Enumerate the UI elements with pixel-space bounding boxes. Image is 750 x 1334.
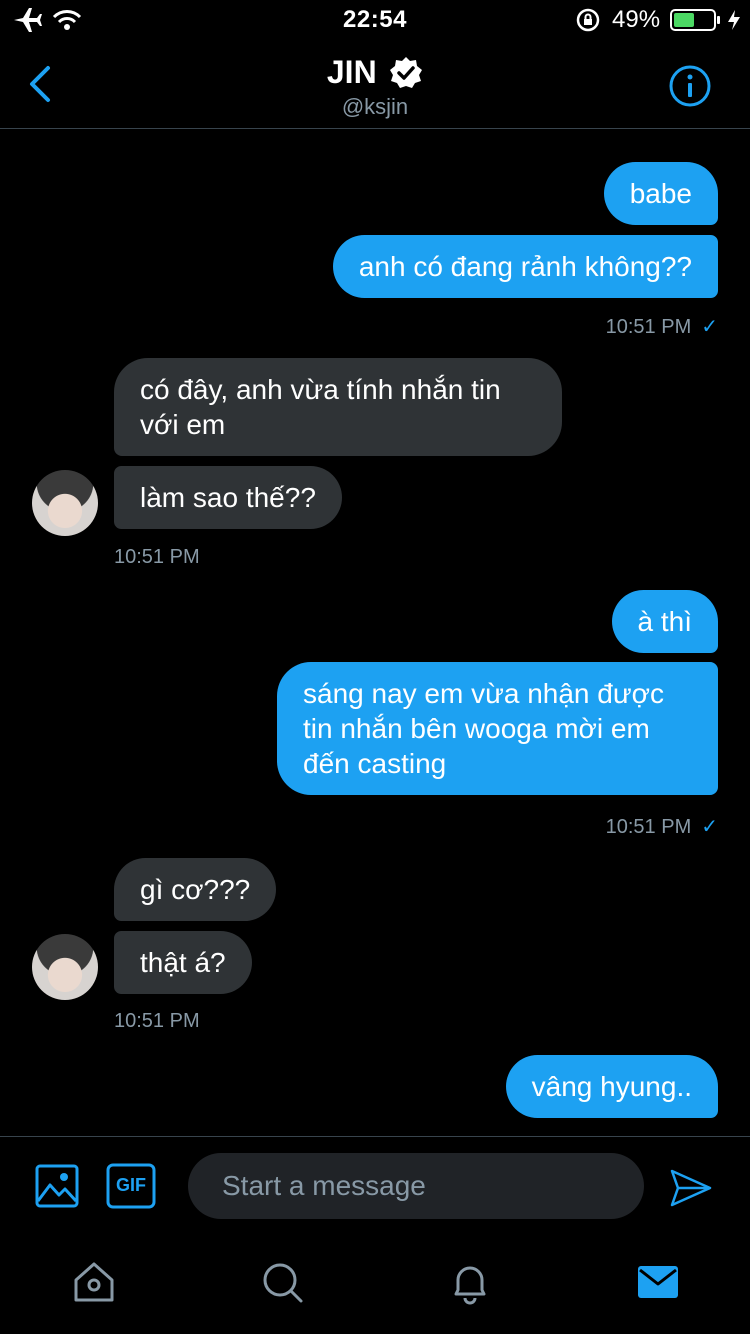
message-text: babe <box>629 178 692 209</box>
message-text: thật á? <box>140 947 226 978</box>
message-input[interactable] <box>188 1153 644 1219</box>
message-timestamp: 10:51 PM <box>114 1010 200 1032</box>
message-bubble-incoming[interactable]: thật á? <box>114 931 252 994</box>
message-bubble-incoming[interactable]: làm sao thế?? <box>114 466 342 529</box>
message-text: làm sao thế?? <box>140 482 316 513</box>
verified-badge-icon <box>390 56 423 88</box>
message-composer: GIF <box>0 1136 750 1237</box>
read-check-icon: ✓ <box>701 316 718 338</box>
status-bar: 22:54 49% <box>0 0 750 40</box>
image-icon[interactable] <box>34 1163 80 1209</box>
message-text: anh có đang rảnh không?? <box>358 251 692 282</box>
message-text: sáng nay em vừa nhận được tin nhắn bên w… <box>303 678 664 779</box>
message-bubble-outgoing[interactable]: babe <box>603 162 718 225</box>
send-icon[interactable] <box>668 1165 714 1211</box>
message-bubble-outgoing[interactable]: vâng hyung.. <box>505 1055 718 1118</box>
contact-handle: @ksjin <box>341 94 409 119</box>
conversation-header: JIN @ksjin <box>0 40 750 129</box>
message-bubble-outgoing[interactable]: à thì <box>611 590 718 653</box>
avatar[interactable] <box>32 934 98 1000</box>
conversation-title[interactable]: JIN <box>0 54 750 91</box>
message-text: gì cơ??? <box>140 874 251 905</box>
mail-icon[interactable] <box>634 1258 682 1306</box>
message-timestamp: 10:51 PM ✓ <box>605 316 718 338</box>
charging-icon <box>728 10 740 30</box>
message-timestamp: 10:51 PM ✓ <box>605 816 718 838</box>
info-icon[interactable] <box>668 64 712 108</box>
gif-label: GIF <box>116 1175 146 1195</box>
message-text: có đây, anh vừa tính nhắn tin với em <box>140 374 501 440</box>
message-bubble-incoming[interactable]: có đây, anh vừa tính nhắn tin với em <box>114 358 562 456</box>
battery-icon <box>670 9 720 31</box>
bell-icon[interactable] <box>446 1258 494 1306</box>
home-icon[interactable] <box>70 1258 118 1306</box>
search-icon[interactable] <box>258 1258 306 1306</box>
message-text: à thì <box>637 606 692 637</box>
gif-button[interactable]: GIF <box>106 1163 156 1209</box>
read-check-icon: ✓ <box>701 816 718 838</box>
message-bubble-outgoing[interactable]: sáng nay em vừa nhận được tin nhắn bên w… <box>277 662 718 795</box>
battery-percent: 49% <box>612 6 661 33</box>
message-bubble-incoming[interactable]: gì cơ??? <box>114 858 277 921</box>
message-bubble-outgoing[interactable]: anh có đang rảnh không?? <box>332 235 718 298</box>
tab-bar <box>0 1236 750 1334</box>
rotation-lock-icon <box>576 8 600 32</box>
message-text: vâng hyung.. <box>531 1071 692 1102</box>
message-timestamp: 10:51 PM <box>114 546 200 568</box>
contact-name: JIN <box>326 54 377 90</box>
avatar[interactable] <box>32 470 98 536</box>
